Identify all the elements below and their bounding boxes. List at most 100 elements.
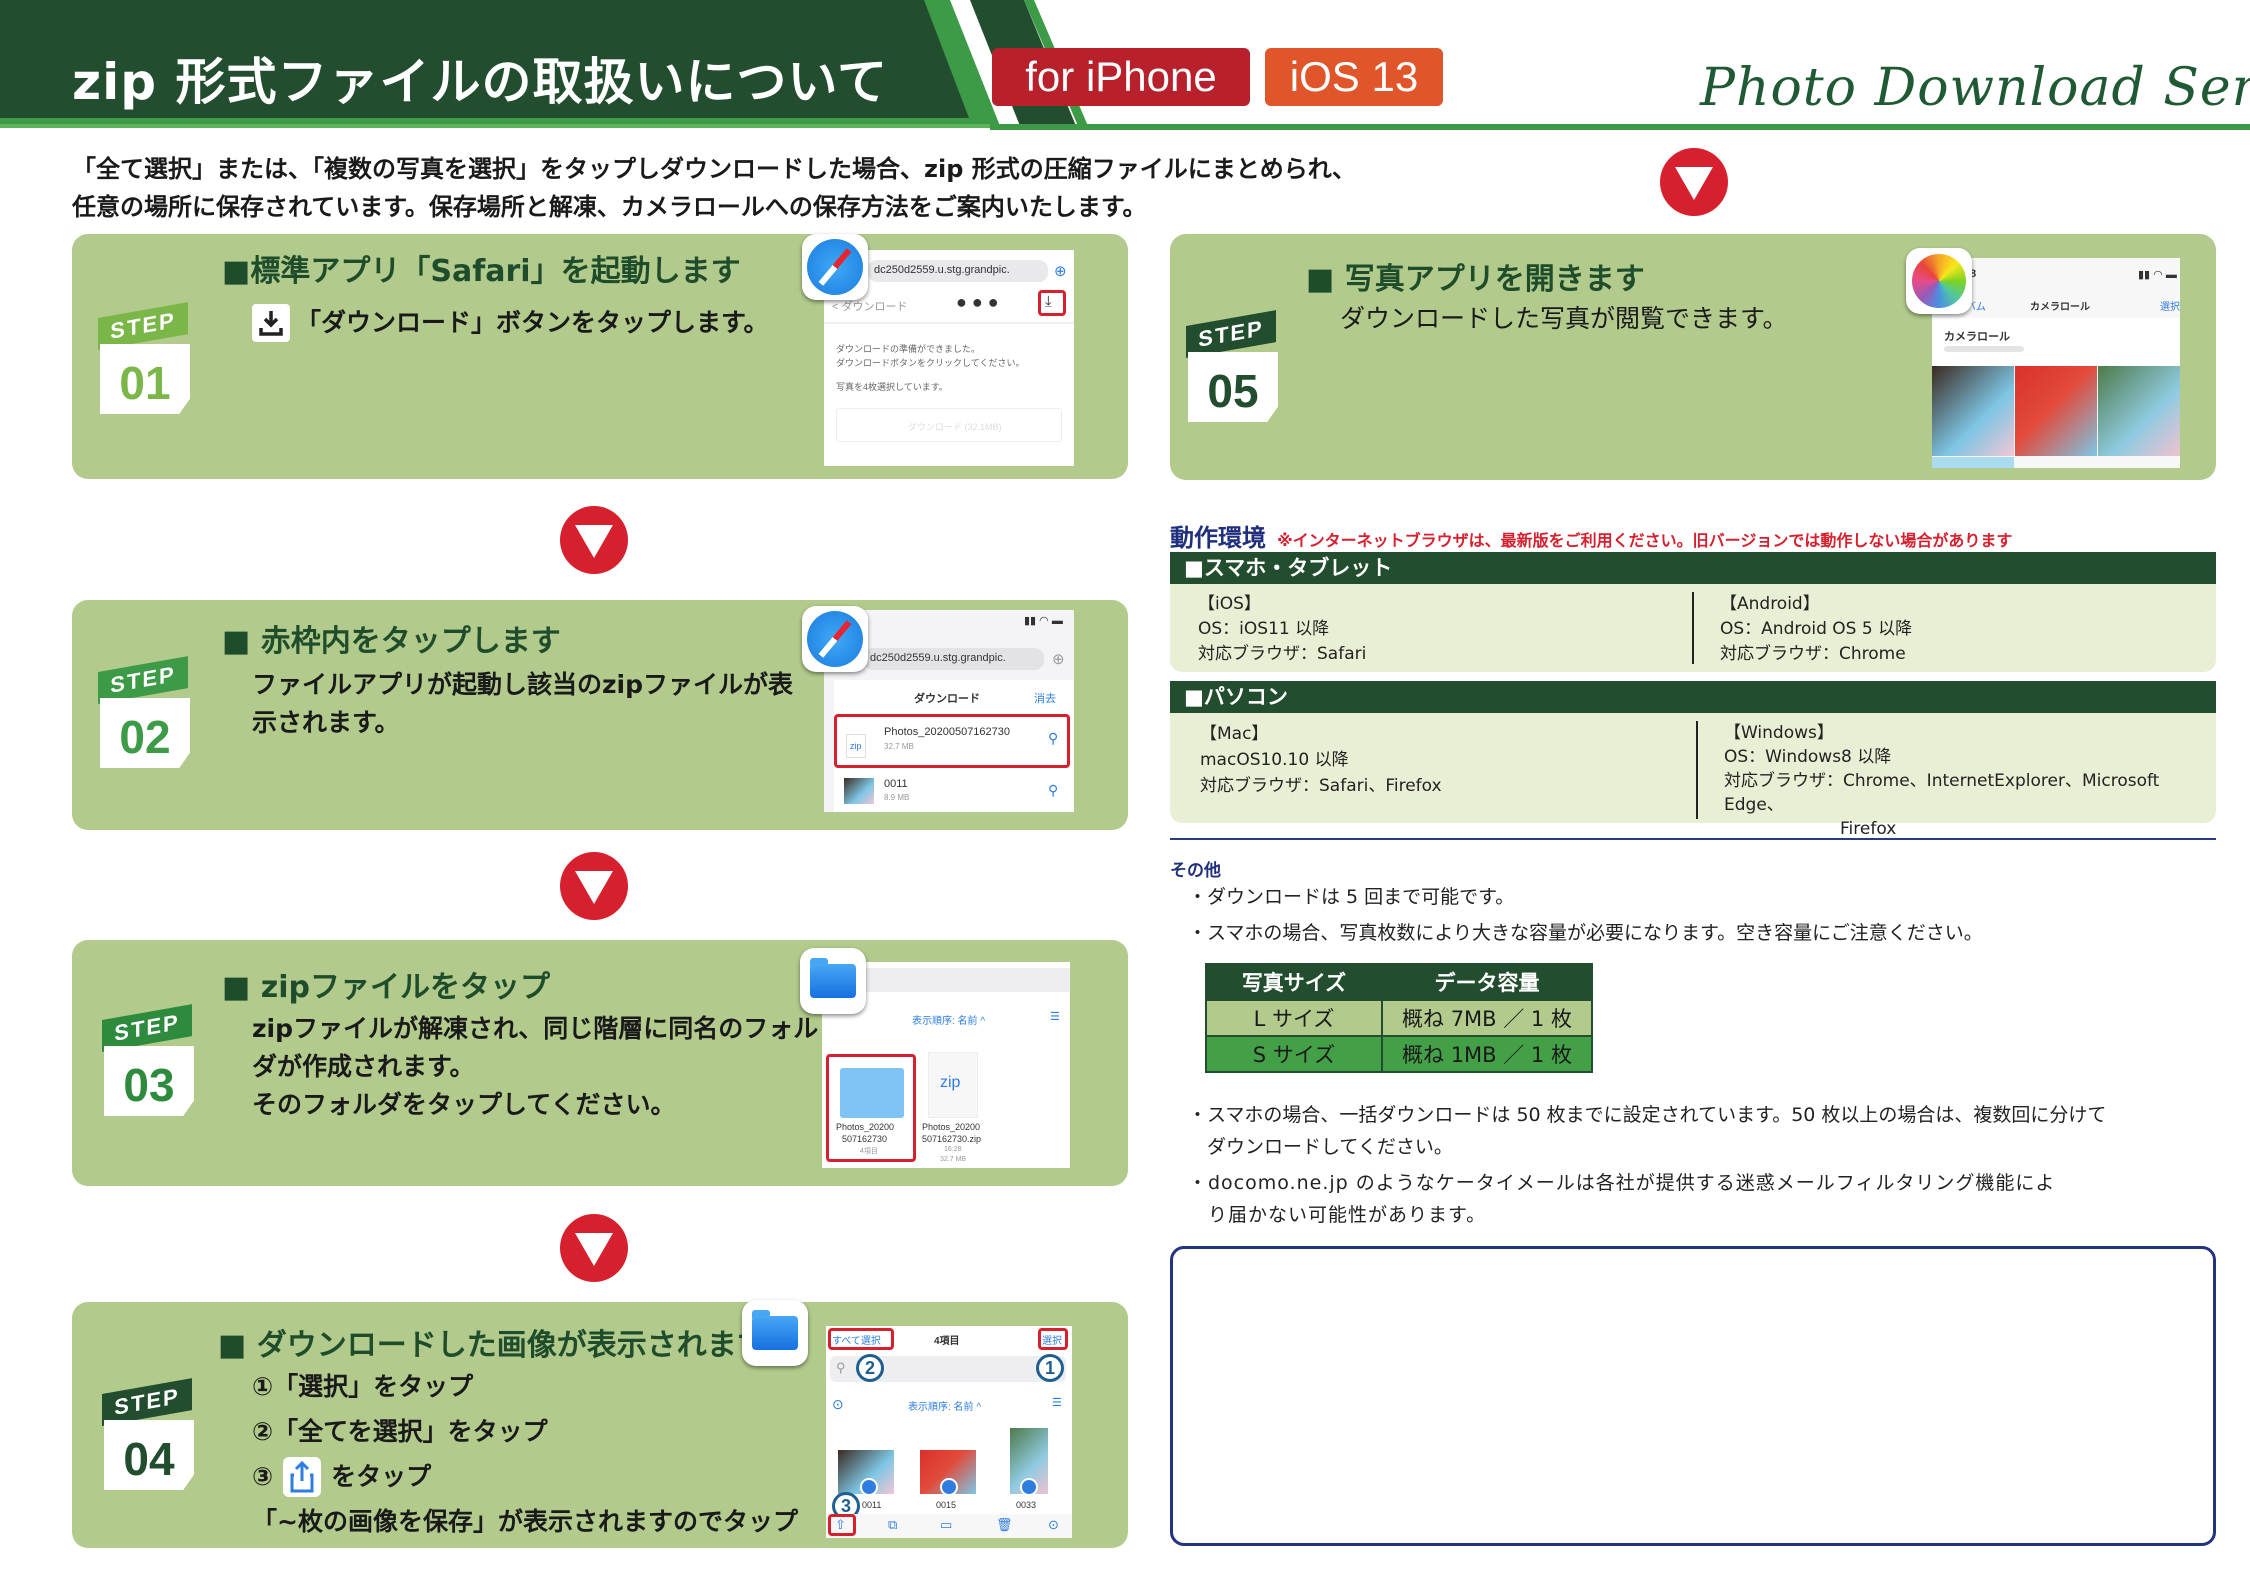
step-number: 02: [100, 698, 190, 768]
photo-grid-item[interactable]: [1932, 366, 2014, 456]
misc-bullet-4-cont: り届かない可能性があります。: [1188, 1204, 1487, 1226]
photo-grid-item[interactable]: [2098, 366, 2180, 456]
select-all-button[interactable]: すべて選択: [832, 1332, 881, 1347]
mac-label: 【Mac】: [1200, 724, 1269, 744]
downloads-icon: ⊕: [1052, 651, 1065, 668]
download-page-button-label: ダウンロード (32.1MB): [908, 422, 1002, 432]
mac-os: macOS10.10 以降: [1200, 750, 1349, 770]
step-03-badge: STEP 03: [102, 1004, 198, 1120]
step-03-body-line-1: zipファイルが解凍され、同じ階層に同名のフォル: [252, 1014, 819, 1043]
device-badge: for iPhone: [992, 48, 1250, 106]
more-icon[interactable]: ⊙: [1048, 1517, 1059, 1533]
pc-heading: ■パソコン: [1170, 681, 2216, 713]
intro-line-2: 任意の場所に保存されています。保存場所と解凍、カメラロールへの保存方法をご案内い…: [72, 193, 1147, 221]
share-icon: [283, 1456, 322, 1497]
os-badge: iOS 13: [1265, 48, 1443, 106]
marker-2: 2: [856, 1354, 884, 1382]
windows-os: OS：Windows8 以降: [1724, 747, 1892, 767]
intro-line-1: 「全て選択」または、「複数の写真を選択」をタップしダウンロードした場合、zip …: [72, 155, 1356, 183]
step-04-card: STEP 04 ■ ダウンロードした画像が表示されます ①「選択」をタップ ②「…: [72, 1300, 1128, 1548]
select-button[interactable]: 選択: [1042, 1332, 1062, 1347]
table-header-capacity: データ容量: [1381, 963, 1593, 1001]
download-button-icon: ⤓: [1045, 293, 1052, 310]
toolbar-icons: ● ● ●: [956, 292, 999, 312]
select-button[interactable]: 選択: [2160, 298, 2180, 313]
sort-order[interactable]: 表示順序: 名前 ^: [908, 1398, 981, 1413]
step-tag: STEP: [102, 1378, 192, 1426]
step-04-item-3-num: ③: [252, 1462, 274, 1491]
search-icon: ⚲: [1048, 730, 1059, 746]
checkmark-icon: [860, 1478, 878, 1496]
environment-heading: 動作環境 ※インターネットブラウザは、最新版をご利用ください。旧バージョンでは動…: [1170, 518, 2012, 553]
step-04-item-3-text: をタップ: [331, 1462, 432, 1491]
step-04-screenshot: すべて選択 4項目 選択 ⚲ 2 1 ⊙ 表示順序: 名前 ^ ☰ 3 0011…: [826, 1326, 1072, 1538]
table-row: S サイズ 概ね 1MB ／ 1 枚: [1205, 1035, 1593, 1073]
environment-title: 動作環境: [1170, 524, 1266, 552]
step-04-title: ■ ダウンロードした画像が表示されます: [218, 1328, 767, 1363]
msg-ready: ダウンロードの準備ができました。: [836, 344, 981, 354]
search-icon: ⚲: [836, 1360, 846, 1375]
step-02-title: ■ 赤枠内をタップします: [222, 624, 561, 659]
search-icon: ⚲: [1048, 782, 1059, 798]
share-toolbar-icon[interactable]: ⇧: [835, 1517, 846, 1533]
zip-file-highlight[interactable]: [834, 714, 1070, 768]
column-divider: [1696, 721, 1698, 819]
zip-name-line-1: Photos_20200: [922, 1122, 981, 1132]
move-folder-icon[interactable]: ▭: [940, 1517, 952, 1533]
nav-title: カメラロール: [2030, 302, 2090, 313]
list-view-icon[interactable]: ☰: [1050, 1010, 1060, 1023]
folder-name-line-1: Photos_20200: [836, 1122, 895, 1132]
table-row: L サイズ 概ね 7MB ／ 1 枚: [1205, 999, 1593, 1037]
table-cell-size: L サイズ: [1205, 999, 1383, 1037]
step-04-item-3: ③ をタップ: [252, 1454, 798, 1499]
ios-requirements: 【iOS】 OS：iOS11 以降 対応ブラウザ：Safari: [1198, 592, 1366, 667]
section-divider: [1170, 838, 2216, 840]
zip-name-line-2: 507162730.zip: [922, 1134, 982, 1144]
marker-1: 1: [1036, 1354, 1064, 1382]
extracted-folder-icon: [840, 1068, 904, 1118]
sort-order[interactable]: 表示順序: 名前 ^: [912, 1012, 985, 1027]
thumb-label-0033: 0033: [1016, 1500, 1037, 1510]
step-03-title: ■ zipファイルをタップ: [222, 970, 551, 1005]
step-02-card: STEP 02 ■ 赤枠内をタップします ファイルアプリが起動し該当のzipファ…: [72, 600, 1128, 830]
photos-flower-icon: [1912, 254, 1966, 308]
zip-file-icon: zip: [846, 734, 866, 758]
header-band-stripe: [0, 118, 990, 124]
photo-thumbnail: [844, 778, 874, 804]
step-05-badge: STEP 05: [1186, 310, 1282, 426]
clear-button[interactable]: 消去: [1034, 690, 1056, 706]
photo-file-size: 8.9 MB: [884, 793, 910, 802]
step-number: 04: [104, 1420, 194, 1490]
arrow-down-4: [1660, 148, 1728, 216]
blank-notes-box: [1170, 1246, 2216, 1546]
download-button-highlight: [1038, 290, 1066, 316]
table-header-row: 写真サイズ データ容量: [1205, 963, 1593, 1001]
page-title: zip 形式ファイルの取扱いについて: [72, 53, 888, 111]
step-number: 01: [100, 344, 190, 414]
list-view-icon[interactable]: ☰: [1052, 1396, 1062, 1409]
photo-file-name: 0011: [884, 778, 908, 790]
misc-bullet-3-cont: ダウンロードしてください。: [1188, 1136, 1453, 1158]
pc-env-box: 【Mac】 macOS10.10 以降 対応ブラウザ：Safari、Firefo…: [1170, 713, 2216, 839]
arrow-down-1: [560, 506, 628, 574]
zip-time: 16:28: [944, 1146, 962, 1153]
url-text: dc250d2559.u.stg.grandpic.: [870, 652, 1006, 664]
misc-bullet-4: ・docomo.ne.jp のようなケータイメールは各社が提供する迷惑メールフィ…: [1188, 1172, 2056, 1194]
safari-compass-icon: [807, 611, 863, 667]
photo-grid-item[interactable]: [1932, 457, 2014, 468]
step-tag: STEP: [98, 656, 188, 704]
item-count: 4項目: [934, 1336, 960, 1347]
step-03-body-line-3: そのフォルダをタップしてください。: [252, 1090, 676, 1119]
duplicate-icon[interactable]: ⧉: [888, 1517, 897, 1533]
step-tag: STEP: [102, 1004, 192, 1052]
trash-icon[interactable]: 🗑: [996, 1517, 1013, 1533]
step-05-card: STEP 05 ■ 写真アプリを開きます ダウンロードした写真が閲覧できます。 …: [1170, 234, 2216, 480]
status-bar-icons: ▮▮ ◠ ▬: [2138, 269, 2177, 281]
table-cell-capacity: 概ね 1MB ／ 1 枚: [1381, 1035, 1593, 1073]
photo-grid-item[interactable]: [2015, 366, 2097, 456]
safari-app-icon: [802, 234, 868, 300]
table-cell-size: S サイズ: [1205, 1035, 1383, 1073]
folder-icon: [752, 1310, 798, 1350]
arrow-down-2: [560, 852, 628, 920]
more-icon[interactable]: ⊙: [832, 1396, 844, 1413]
